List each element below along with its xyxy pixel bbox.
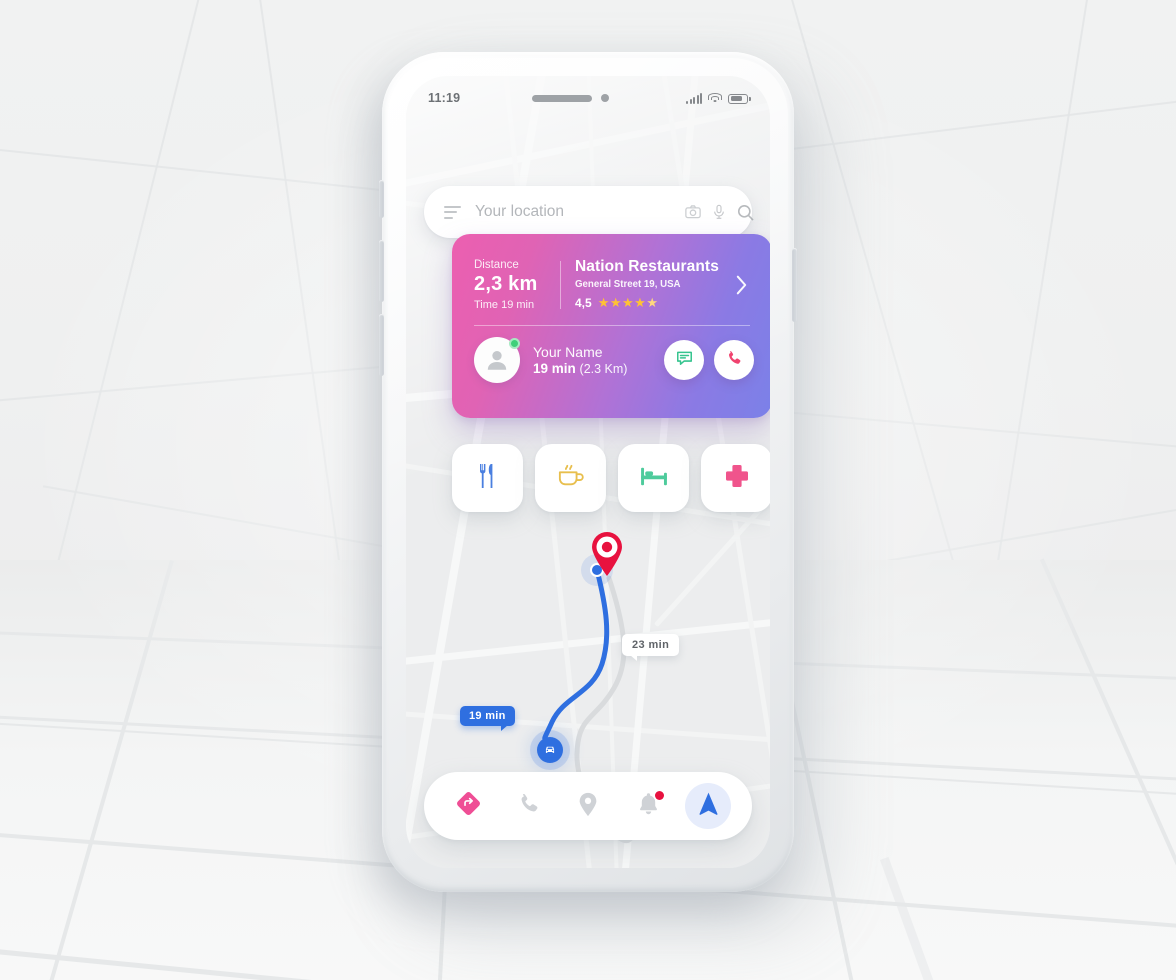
- primary-route-path: [542, 567, 610, 747]
- wifi-icon: [708, 92, 722, 104]
- card-header-row: Distance 2,3 km Time 19 min Nation Resta…: [452, 234, 770, 311]
- rating-stars-icon: ★ ★ ★ ★ ★: [597, 295, 658, 310]
- category-shortcuts: [452, 444, 770, 512]
- alternate-route-eta-badge[interactable]: 23 min: [622, 634, 680, 661]
- phone-screen: 19 min 23 min 11:19 Your location Distan…: [406, 76, 770, 868]
- category-hospital[interactable]: [701, 444, 770, 512]
- category-cafe[interactable]: [535, 444, 606, 512]
- card-user-row: Your Name 19 min (2.3 Km): [452, 326, 770, 383]
- nav-notifications[interactable]: [625, 783, 671, 829]
- mute-switch[interactable]: [379, 180, 384, 218]
- battery-icon: [728, 93, 751, 104]
- rating-row: 4,5 ★ ★ ★ ★ ★: [575, 295, 728, 311]
- nav-navigate[interactable]: [685, 783, 731, 829]
- navigation-arrow-icon: [697, 791, 720, 821]
- user-column: Your Name 19 min (2.3 Km): [533, 344, 654, 376]
- nav-calls[interactable]: [505, 783, 551, 829]
- notification-badge-dot: [655, 791, 664, 800]
- phone-icon: [725, 349, 743, 372]
- search-icon[interactable]: [736, 203, 755, 222]
- bottom-navigation-bar: [424, 772, 752, 840]
- signal-bars-icon: [686, 92, 702, 104]
- fork-knife-icon: [476, 462, 500, 495]
- nav-places[interactable]: [565, 783, 611, 829]
- camera-icon[interactable]: [684, 203, 702, 221]
- user-name: Your Name: [533, 344, 603, 360]
- user-eta-distance: (2.3 Km): [579, 362, 628, 376]
- system-status-icons: [686, 92, 751, 104]
- phone-handset-icon: [516, 791, 541, 821]
- location-pin-icon: [577, 791, 599, 822]
- bed-icon: [639, 464, 669, 493]
- coffee-cup-icon: [556, 463, 586, 494]
- volume-down-button[interactable]: [379, 314, 384, 376]
- online-status-dot: [509, 338, 520, 349]
- avatar[interactable]: [474, 337, 520, 383]
- directions-diamond-icon: [455, 790, 482, 822]
- microphone-icon[interactable]: [711, 203, 727, 221]
- user-eta: 19 min (2.3 Km): [533, 361, 654, 376]
- message-button[interactable]: [664, 340, 704, 380]
- category-hotel[interactable]: [618, 444, 689, 512]
- volume-up-button[interactable]: [379, 240, 384, 302]
- phone-device: 19 min 23 min 11:19 Your location Distan…: [379, 52, 797, 892]
- earpiece-speaker: [531, 94, 592, 102]
- device-notch: [531, 94, 609, 102]
- chat-bubble-icon: [675, 348, 694, 372]
- distance-column: Distance 2,3 km Time 19 min: [474, 259, 558, 311]
- distance-label: Distance: [474, 258, 519, 271]
- status-bar: 11:19: [406, 76, 770, 120]
- status-clock: 11:19: [428, 91, 461, 105]
- call-button[interactable]: [714, 340, 754, 380]
- place-address: General Street 19, USA: [575, 279, 681, 290]
- nav-directions[interactable]: [445, 783, 491, 829]
- primary-route-eta-badge[interactable]: 19 min: [460, 706, 515, 731]
- category-restaurant[interactable]: [452, 444, 523, 512]
- time-label: Time 19 min: [474, 298, 535, 311]
- card-divider-vertical: [560, 260, 561, 309]
- search-input[interactable]: [475, 203, 675, 221]
- distance-value: 2,3 km: [474, 272, 538, 295]
- place-column: Nation Restaurants General Street 19, US…: [575, 258, 728, 311]
- map-pin-icon[interactable]: [590, 531, 624, 582]
- menu-lines-icon[interactable]: [444, 205, 461, 219]
- medical-cross-icon: [724, 463, 750, 494]
- power-button[interactable]: [792, 248, 797, 322]
- place-name: Nation Restaurants: [575, 258, 719, 275]
- chevron-right-icon[interactable]: [728, 273, 754, 297]
- car-icon[interactable]: [537, 737, 563, 763]
- destination-info-card[interactable]: Distance 2,3 km Time 19 min Nation Resta…: [452, 234, 770, 418]
- rating-value: 4,5: [575, 296, 592, 310]
- search-bar[interactable]: [424, 186, 755, 238]
- front-camera-icon: [600, 94, 609, 102]
- user-eta-time: 19 min: [533, 361, 576, 376]
